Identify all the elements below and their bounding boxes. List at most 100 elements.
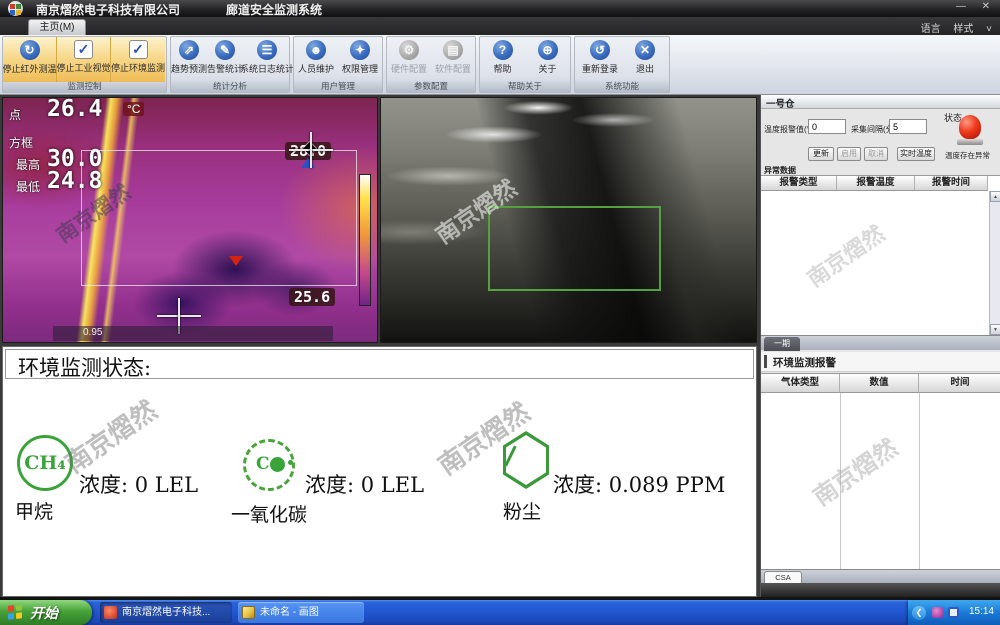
relogin-button[interactable]: ↺ 重新登录 — [575, 37, 625, 82]
column-header-gas-type[interactable]: 气体类型 — [761, 374, 840, 393]
industrial-camera-feed[interactable]: 南京熠然 — [380, 97, 757, 343]
crosshair-icon — [289, 132, 333, 168]
group-label: 监测控制 — [3, 80, 166, 92]
column-header-alarm-type[interactable]: 报警类型 — [761, 176, 837, 191]
env-alarm-title: 环境监测报警 — [773, 355, 836, 370]
interval-input[interactable] — [889, 119, 927, 134]
scroll-up-icon[interactable]: ▲ — [990, 191, 1000, 202]
measurement-box-overlay — [81, 150, 357, 286]
env-status-panel: 环境监测状态: CH₄ 甲烷 浓度: 0 LEL C 一氧化碳 浓度: 0 LE… — [2, 346, 757, 597]
gas-name-dust: 粉尘 — [503, 497, 541, 524]
realtime-temp-button[interactable]: 实时温度 — [897, 147, 935, 161]
button-label: 告警统计 — [207, 62, 243, 75]
task-label: 未命名 - 画图 — [260, 607, 319, 618]
hardware-config-button[interactable]: ⚙ 硬件配置 — [387, 37, 431, 82]
column-header-gas-value[interactable]: 数值 — [840, 374, 919, 393]
scroll-down-icon[interactable]: ▼ — [990, 324, 1000, 335]
column-separator — [919, 393, 920, 569]
alarm-table-scrollbar[interactable]: ▲ ▼ — [989, 191, 1000, 335]
menu-language[interactable]: 语言 — [921, 24, 941, 35]
tab-phase-one[interactable]: 一期 — [764, 337, 800, 351]
menu-style[interactable]: 样式 — [953, 24, 973, 35]
checkbox-check-icon: ✓ — [74, 40, 93, 59]
gas-name-methane: 甲烷 — [15, 497, 53, 524]
methane-concentration: 浓度: 0 LEL — [79, 469, 198, 499]
button-label: 帮助 — [493, 62, 511, 75]
window-menus: 语言 样式 ˅ — [911, 20, 992, 35]
column-header-alarm-time[interactable]: 报警时间 — [915, 176, 988, 191]
update-button[interactable]: 更新 — [808, 147, 834, 161]
software-config-button[interactable]: ▤ 软件配置 — [431, 37, 475, 82]
group-label: 参数配置 — [387, 80, 475, 92]
temp-alarm-input[interactable] — [808, 119, 846, 134]
min-label: 最低 — [16, 178, 40, 195]
start-button[interactable]: 开始 — [0, 600, 92, 625]
titlebar: 南京熠然电子科技有限公司 廊道安全监测系统 — ✕ — [0, 0, 1000, 17]
alarm-table-body: 南京熠然 — [761, 191, 1000, 335]
style-caret-icon[interactable]: ˅ — [986, 24, 992, 35]
taskbar: 开始 南京熠然电子科技... 未命名 - 画图 ❮ 15:14 — [0, 600, 1000, 625]
watermark: 南京熠然 — [57, 391, 163, 481]
button-label: 系统日志统计 — [240, 62, 294, 75]
column-header-alarm-temp[interactable]: 报警温度 — [837, 176, 915, 191]
methane-icon-text: CH₄ — [24, 452, 65, 474]
log-icon: ☰ — [257, 40, 277, 60]
group-label: 帮助关于 — [480, 80, 570, 92]
thermal-camera-feed[interactable]: 点 26.4 °C 方框 最高 30.0 最低 24.8 28.0 25.6 0… — [2, 97, 378, 343]
button-label: 硬件配置 — [391, 62, 427, 75]
marker-red-triangle-icon — [229, 256, 243, 266]
stop-infrared-button[interactable]: ↻ 停止红外测温 — [3, 37, 57, 82]
start-label: 开始 — [30, 603, 58, 623]
scale-min-value: 25.6 — [289, 288, 335, 306]
stop-industrial-vision-button[interactable]: ✓ 停止工业视觉 — [57, 37, 111, 82]
silo-section-header: 一号仓 — [761, 95, 1000, 109]
taskbar-item-monitor-app[interactable]: 南京熠然电子科技... — [100, 602, 232, 623]
globe-icon: ⊕ — [538, 40, 558, 60]
emissivity-value: 0.95 — [83, 327, 102, 338]
conc-value: 0 LEL — [361, 473, 424, 497]
env-alarm-section: 环境监测报警 — [761, 352, 1000, 372]
ribbon-group-system-func: ↺ 重新登录 ✕ 退出 系统功能 — [574, 36, 670, 93]
gas-alarm-table: 气体类型 数值 时间 南京熠然 — [761, 373, 1000, 569]
carbon-monoxide-icon: C — [243, 439, 295, 491]
stop-env-monitor-button[interactable]: ✓ 停止环境监测 — [111, 37, 165, 82]
about-button[interactable]: ⊕ 关于 — [525, 37, 570, 82]
close-button[interactable]: ✕ — [982, 1, 990, 12]
tray-app-icon[interactable] — [932, 607, 943, 618]
button-label: 趋势预测 — [171, 62, 207, 75]
dust-concentration: 浓度: 0.089 PPM — [553, 469, 725, 499]
lamp-caption: 温度存在异常 — [945, 150, 997, 161]
enable-button[interactable]: 启用 — [837, 147, 861, 161]
help-button[interactable]: ? 帮助 — [480, 37, 525, 82]
gas-table-header: 气体类型 数值 时间 — [761, 374, 1000, 393]
tab-home[interactable]: 主页(M) — [28, 19, 86, 35]
conc-label: 浓度: — [79, 473, 128, 497]
checkbox-check-icon: ✓ — [129, 40, 148, 59]
button-label: 权限管理 — [342, 62, 378, 75]
question-icon: ? — [493, 40, 513, 60]
tray-network-icon[interactable] — [948, 607, 959, 618]
exit-button[interactable]: ✕ 退出 — [625, 37, 665, 82]
taskbar-item-paint[interactable]: 未命名 - 画图 — [238, 602, 364, 623]
conc-value: 0 LEL — [135, 473, 198, 497]
tray-chevron-icon[interactable]: ❮ — [912, 606, 926, 620]
tray-clock: 15:14 — [969, 606, 994, 617]
watermark: 南京熠然 — [800, 217, 890, 294]
system-log-stats-button[interactable]: ☰ 系统日志统计 — [243, 37, 291, 82]
personnel-maintenance-button[interactable]: ☻ 人员维护 — [294, 37, 338, 82]
methane-icon: CH₄ — [17, 435, 73, 491]
trend-forecast-button[interactable]: ⇗ 趋势预测 — [171, 37, 207, 82]
paint-task-icon — [242, 606, 255, 619]
alarm-lamp-bulb — [959, 115, 981, 139]
trend-icon: ⇗ — [179, 40, 199, 60]
alarm-stats-button[interactable]: ✎ 告警统计 — [207, 37, 243, 82]
cancel-button[interactable]: 取消 — [864, 147, 888, 161]
column-header-gas-time[interactable]: 时间 — [919, 374, 1000, 393]
ribbon-group-param-config: ⚙ 硬件配置 ▤ 软件配置 参数配置 — [386, 36, 476, 93]
application-window: 南京熠然电子科技有限公司 廊道安全监测系统 — ✕ 主页(M) 语言 样式 ˅ … — [0, 0, 1000, 625]
minimize-button[interactable]: — — [956, 1, 966, 12]
temperature-scale-bar — [359, 174, 371, 306]
alarm-table: 报警类型 报警温度 报警时间 南京熠然 ▲ ▼ — [761, 175, 1000, 335]
alarm-lamp-icon — [957, 115, 983, 147]
permission-mgmt-button[interactable]: ✦ 权限管理 — [338, 37, 382, 82]
